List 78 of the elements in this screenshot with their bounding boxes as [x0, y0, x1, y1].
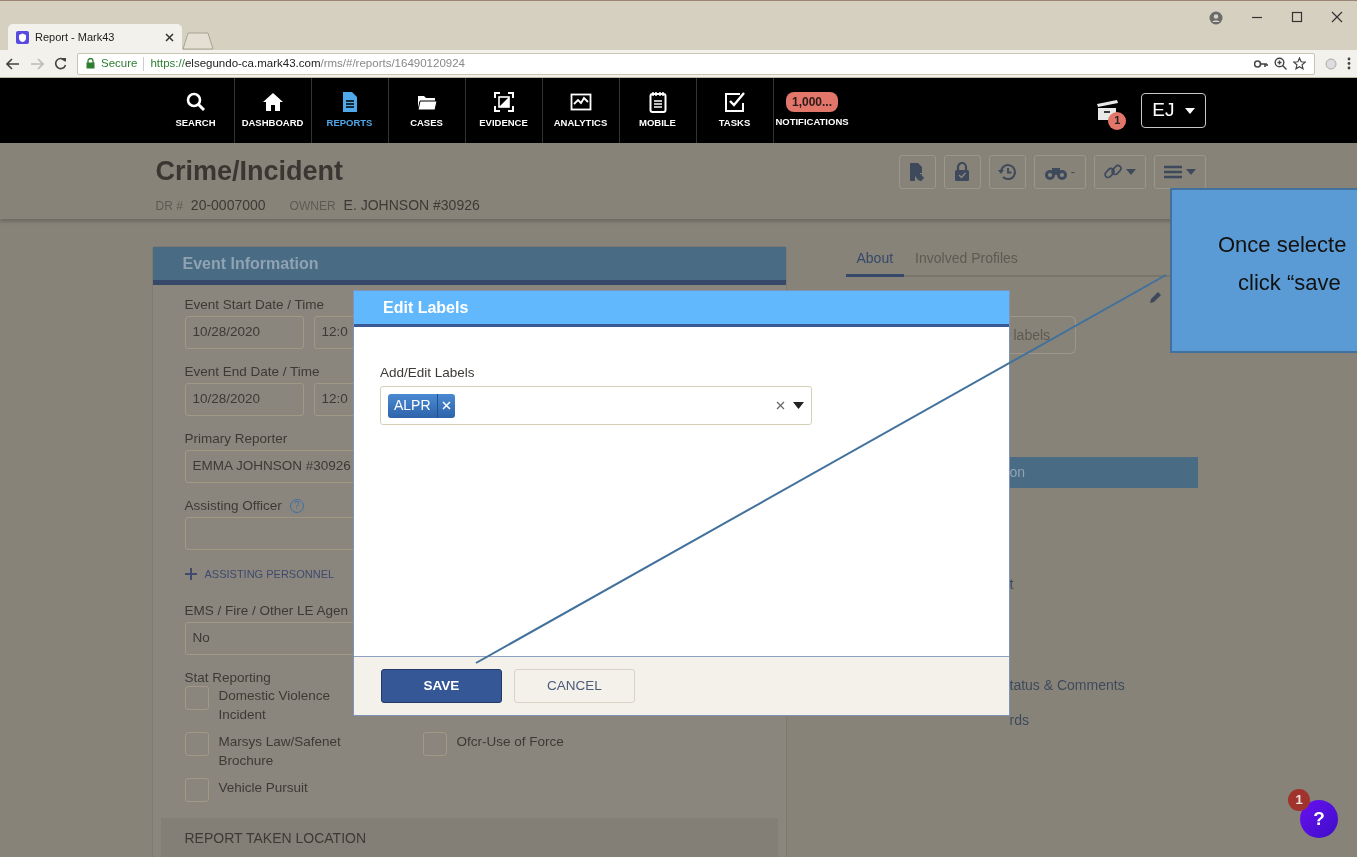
user-menu-button[interactable]: EJ — [1141, 93, 1206, 128]
count-badge: 1 — [1108, 111, 1127, 130]
owner-name: E. JOHNSON #30926 — [343, 195, 480, 215]
address-bar[interactable]: Secure https://elsegundo-ca.mark43.com/rms/#/reports/16490120924 — [77, 52, 1315, 75]
nav-tab[interactable]: REPORTS — [311, 78, 389, 143]
notifications-tab[interactable]: 1,000... NOTIFICATIONS — [773, 78, 851, 143]
section-item: t — [1009, 576, 1014, 592]
star-icon[interactable] — [1293, 57, 1306, 70]
nav-tab[interactable]: EVIDENCE — [465, 78, 543, 143]
dropdown-button[interactable] — [1093, 155, 1146, 189]
browser-tab[interactable]: Report - Mark43 — [8, 24, 182, 50]
field-label: Stat Reporting — [184, 669, 271, 686]
nav-tab[interactable]: MOBILE — [619, 78, 697, 143]
caret-icon — [1126, 169, 1136, 175]
remove-icon[interactable] — [441, 401, 451, 411]
close-icon[interactable] — [1331, 11, 1343, 23]
section-item: rds — [1009, 712, 1029, 728]
secure-label: Secure — [101, 55, 138, 71]
account-icon[interactable] — [1209, 11, 1223, 25]
field-label: Event End Date / Time — [184, 364, 320, 380]
callout-text: Once selecte — [1218, 232, 1347, 257]
house-icon — [261, 90, 284, 113]
report-number: 20-0007000 — [190, 195, 266, 215]
toolbar-button[interactable] — [943, 155, 981, 189]
search-icon — [184, 90, 207, 113]
reload-icon[interactable] — [54, 57, 67, 70]
checkbox-label: Vehicle Pursuit — [218, 778, 309, 797]
tag-text: ALPR — [393, 396, 432, 416]
field-label: Add/Edit Labels — [380, 364, 476, 382]
maximize-icon[interactable] — [1291, 11, 1303, 23]
clear-icon[interactable] — [776, 401, 785, 411]
caret-icon[interactable] — [793, 402, 804, 410]
toolbar-button[interactable] — [988, 155, 1026, 189]
zoom-icon[interactable] — [1274, 57, 1287, 70]
field-label: Assisting Officer — [184, 498, 282, 514]
frame-icon — [492, 90, 515, 113]
history-icon — [997, 162, 1017, 182]
checkbox-label: Ofcr-Use of Force — [456, 732, 565, 751]
lock-icon — [86, 58, 95, 69]
count-badge: 1 — [1288, 789, 1310, 811]
checkbox-label: Domestic Violence Incident — [218, 686, 332, 724]
key-icon[interactable] — [1254, 59, 1268, 68]
nav-tab[interactable]: ANALYTICS — [542, 78, 620, 143]
tab-title: Report - Mark43 — [35, 29, 116, 45]
plus-icon[interactable] — [184, 568, 197, 581]
field-label: EMS / Fire / Other LE Agen — [184, 602, 349, 619]
nav-tab[interactable]: TASKS — [696, 78, 774, 143]
dialog-title: Edit Labels — [354, 291, 1009, 327]
caret-icon — [1186, 169, 1196, 175]
toolbar-button[interactable] — [898, 155, 936, 189]
url-text: https://elsegundo-ca.mark43.com/rms/#/reports/16490120924 — [150, 55, 466, 71]
pencil-icon[interactable] — [1148, 291, 1162, 304]
callout-text: click “save — [1238, 270, 1341, 295]
panel-header: Event Information — [152, 247, 786, 285]
caret-icon — [1184, 107, 1195, 114]
close-icon[interactable] — [165, 32, 174, 42]
report-title: Crime/Incident — [155, 157, 345, 187]
padlock-icon — [953, 162, 971, 182]
back-arrow-icon[interactable] — [6, 57, 20, 70]
file-download-icon — [907, 162, 927, 182]
nav-tab[interactable]: SEARCH — [157, 78, 235, 143]
dropdown-button[interactable] — [1153, 155, 1206, 189]
field-label: Primary Reporter — [184, 431, 288, 447]
section-item: tatus & Comments — [1009, 677, 1125, 693]
count-badge: 1,000... — [786, 91, 838, 112]
checkbox-label: Marsys Law/Safenet Brochure — [218, 732, 342, 770]
cancel-button[interactable]: CANCEL — [514, 669, 635, 703]
checkbox-icon — [723, 90, 746, 113]
menu-dots-icon[interactable] — [1347, 57, 1351, 70]
section-header: on — [1009, 457, 1198, 488]
section-header: REPORT TAKEN LOCATION — [160, 817, 778, 857]
label-tag[interactable]: ALPR — [388, 393, 455, 418]
nav-tab[interactable]: CASES — [388, 78, 466, 143]
field-label: Event Start Date / Time — [184, 297, 325, 313]
nav-tab[interactable]: DASHBOARD — [234, 78, 312, 143]
shield-icon — [16, 30, 29, 44]
labels-select-field[interactable]: ALPR — [380, 386, 812, 426]
save-button[interactable]: SAVE — [381, 669, 502, 703]
